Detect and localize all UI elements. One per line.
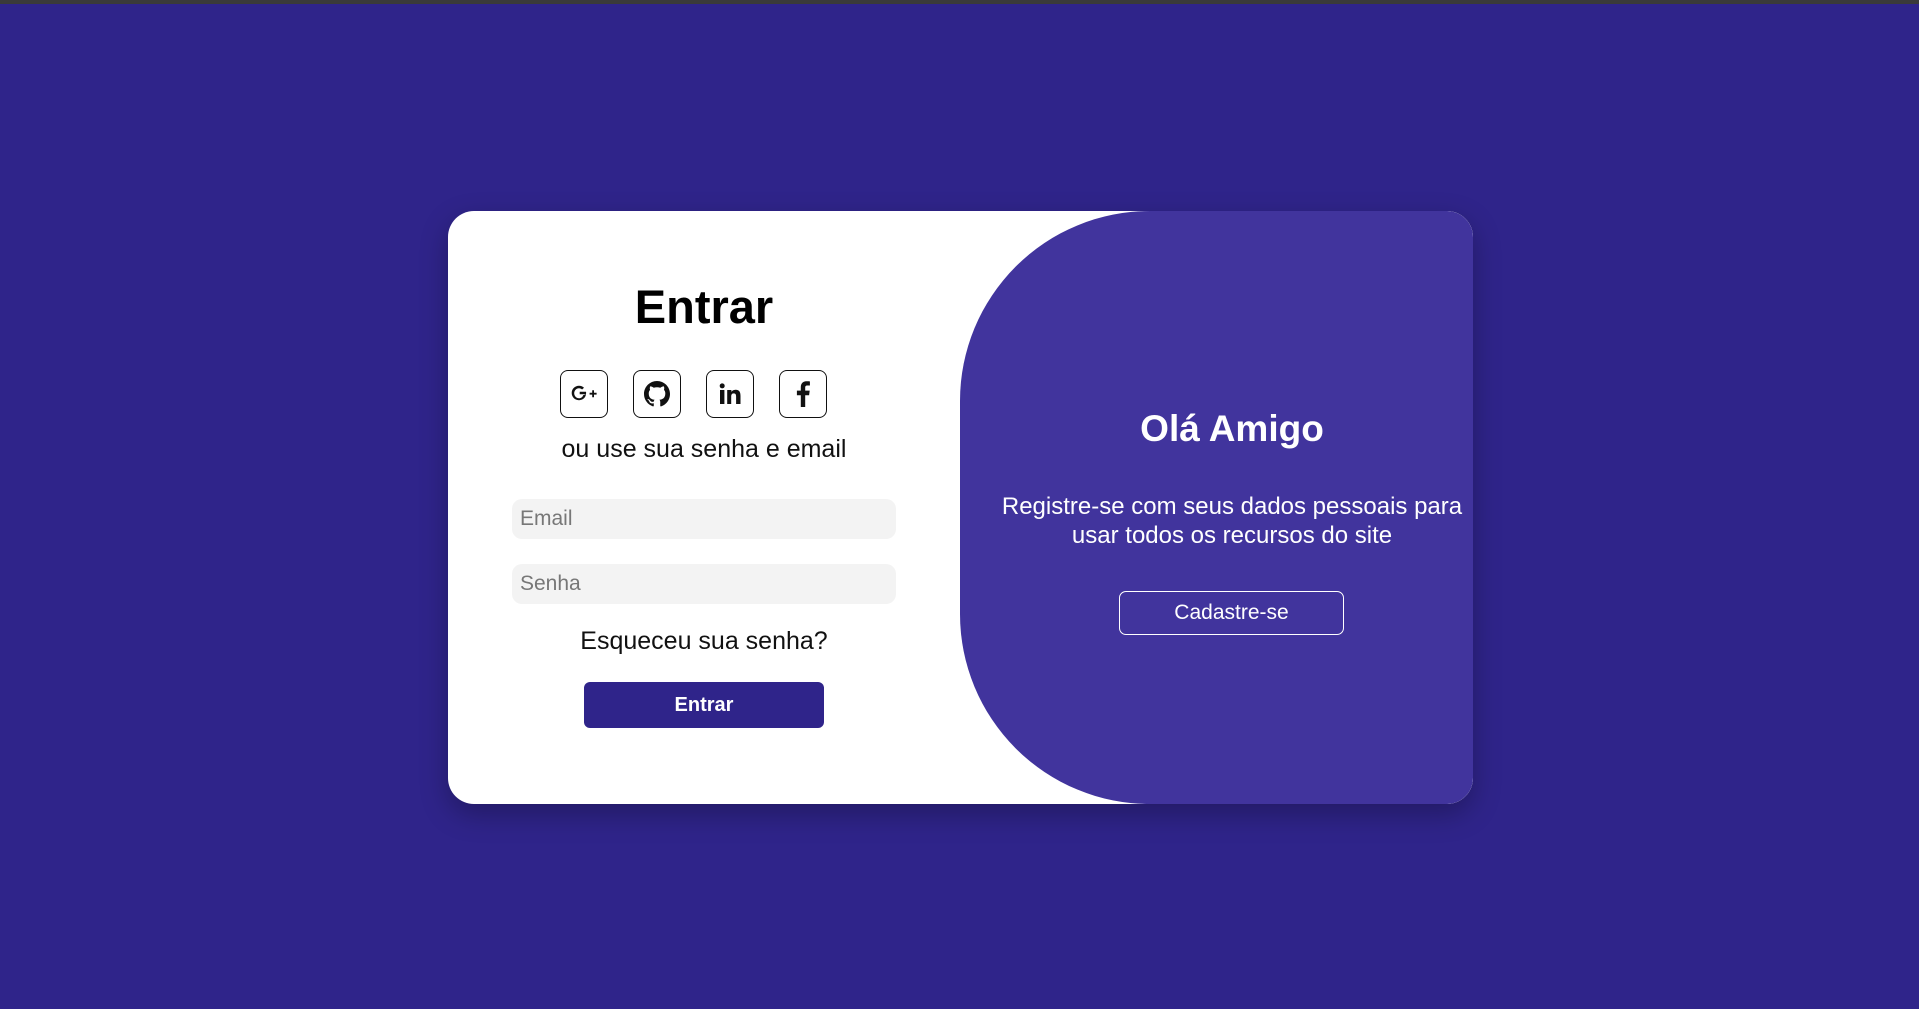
alternative-login-text: ou use sua senha e email xyxy=(561,435,847,463)
linkedin-icon xyxy=(719,383,741,405)
overlay-description-line-1: Registre-se com seus dados pessoais para xyxy=(1001,493,1463,520)
facebook-icon xyxy=(796,381,810,407)
auth-card: Entrar ou use sua senha e email Email Es… xyxy=(448,211,1473,804)
window-top-border xyxy=(0,0,1919,4)
linkedin-button[interactable] xyxy=(706,370,754,418)
github-button[interactable] xyxy=(633,370,681,418)
email-field[interactable] xyxy=(512,499,896,539)
overlay-title: Olá Amigo xyxy=(1140,408,1324,449)
facebook-button[interactable] xyxy=(779,370,827,418)
signup-overlay-panel: Olá Amigo Registre-se com seus dados pes… xyxy=(960,211,1473,804)
password-field[interactable] xyxy=(512,564,896,604)
github-icon xyxy=(644,381,670,407)
social-login-row xyxy=(560,370,830,420)
signup-button[interactable]: Cadastre-se xyxy=(1119,591,1344,635)
overlay-description-line-2: usar todos os recursos do site xyxy=(1071,522,1393,549)
forgot-password-link[interactable]: Esqueceu sua senha? xyxy=(448,627,960,656)
sign-in-button[interactable]: Entrar xyxy=(584,682,824,728)
google-plus-button[interactable] xyxy=(560,370,608,418)
google-plus-icon xyxy=(571,385,597,403)
overlay-description: Registre-se com seus dados pessoais para… xyxy=(960,492,1473,550)
overlay-content: Olá Amigo Registre-se com seus dados pes… xyxy=(960,211,1473,804)
sign-in-panel: Entrar ou use sua senha e email Email Es… xyxy=(448,211,960,804)
sign-in-title: Entrar xyxy=(634,280,774,333)
